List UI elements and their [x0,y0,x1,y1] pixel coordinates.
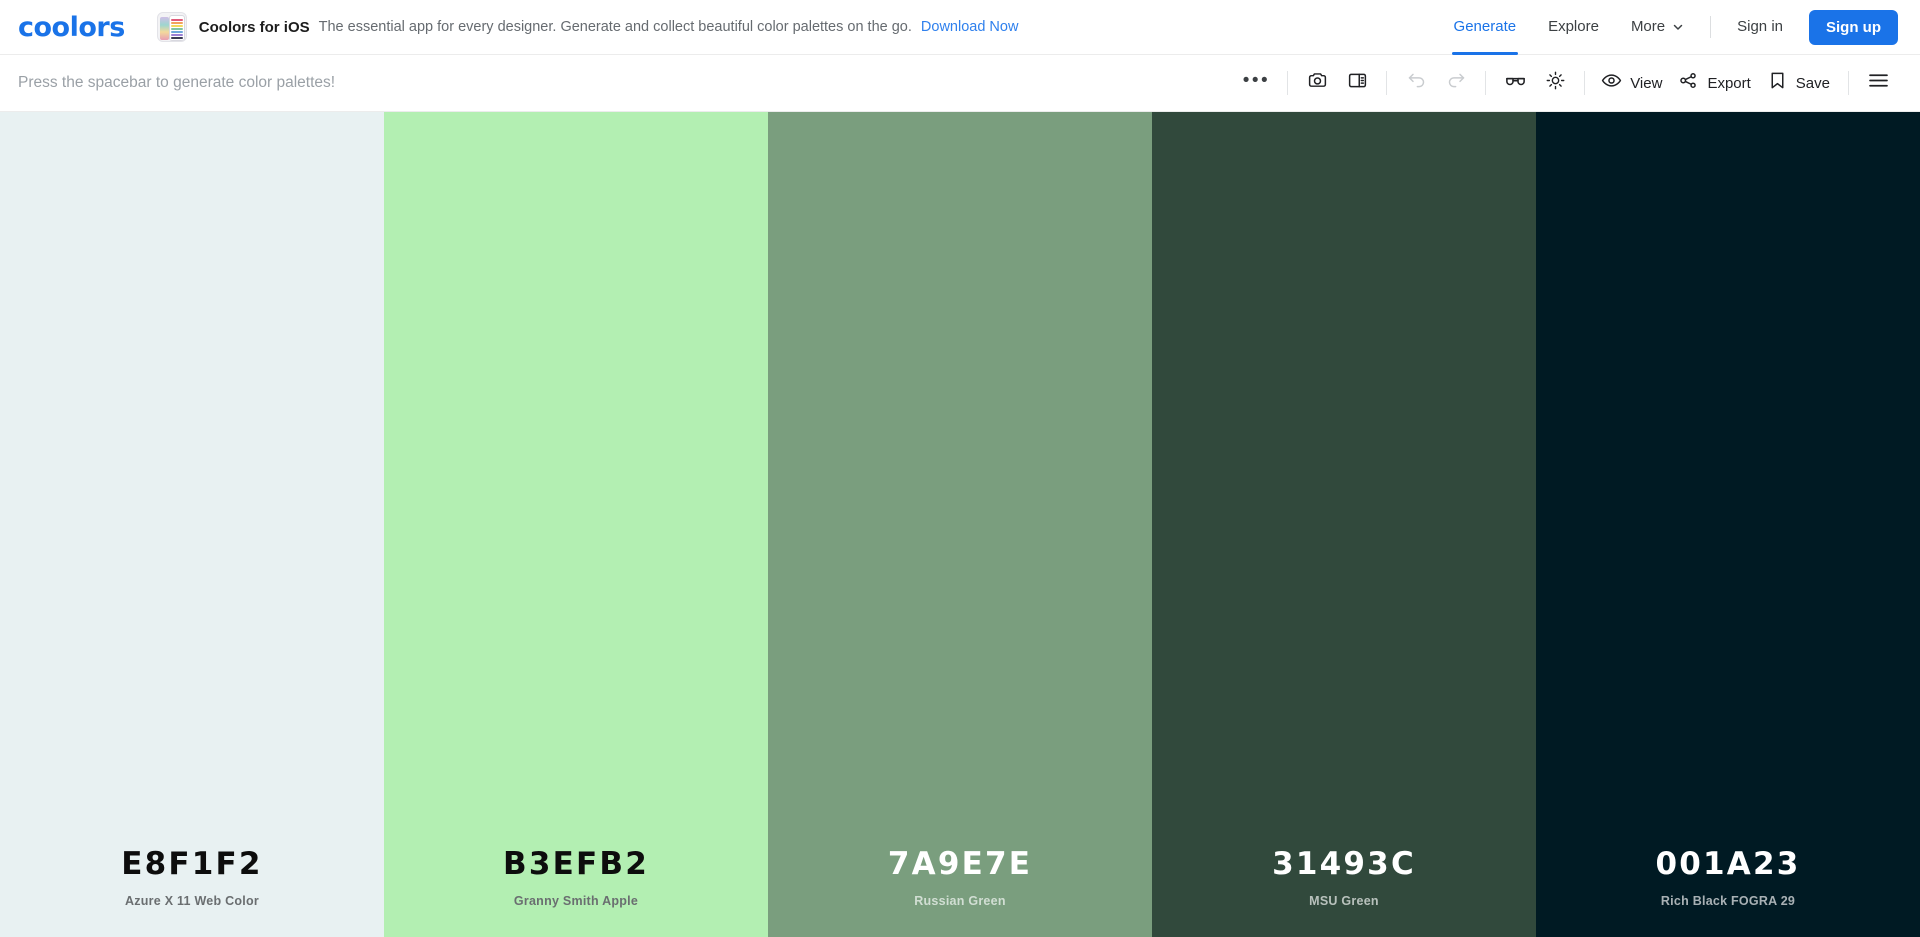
ios-app-icon [156,12,187,42]
toolbar-actions: ••• View Export Save [1235,63,1898,103]
banner-description: The essential app for every designer. Ge… [318,19,912,35]
export-label: Export [1707,74,1751,92]
nav-label-explore: Explore [1548,18,1599,35]
swatch-name: Granny Smith Apple [513,893,639,908]
color-swatch[interactable]: 001A23 Rich Black FOGRA 29 [1536,112,1920,937]
swatch-hex[interactable]: 7A9E7E [888,848,1032,880]
undo-icon [1406,70,1427,96]
chevron-down-icon [1672,21,1684,33]
color-swatch[interactable]: E8F1F2 Azure X 11 Web Color [0,112,384,937]
nav-item-explore[interactable]: Explore [1532,0,1615,55]
swatch-name: MSU Green [1309,893,1379,908]
palette-toolbar: Press the spacebar to generate color pal… [0,55,1920,112]
glasses-icon [1504,69,1527,97]
camera-icon [1307,70,1328,96]
redo-button[interactable] [1436,63,1476,103]
nav-divider [1710,16,1712,38]
swatch-hex[interactable]: 001A23 [1655,848,1800,880]
color-swatch[interactable]: B3EFB2 Granny Smith Apple [384,112,768,937]
color-palette: E8F1F2 Azure X 11 Web Color B3EFB2 Grann… [0,112,1920,937]
brightness-button[interactable] [1535,63,1575,103]
sign-in-link[interactable]: Sign in [1721,0,1799,55]
camera-button[interactable] [1297,63,1337,103]
spacebar-hint: Press the spacebar to generate color pal… [18,74,336,91]
panel-layout-icon [1347,70,1368,96]
toolbar-divider [1848,71,1849,95]
toolbar-divider [1485,71,1487,95]
eye-icon [1601,70,1622,96]
sign-in-label: Sign in [1737,18,1783,35]
color-blindness-button[interactable] [1495,63,1535,103]
swatch-hex[interactable]: E8F1F2 [121,848,262,880]
coolors-logo[interactable]: coolors [18,14,135,41]
sign-up-button[interactable]: Sign up [1809,9,1898,45]
redo-icon [1446,70,1467,96]
save-button[interactable]: Save [1760,63,1839,103]
menu-button[interactable] [1858,63,1898,103]
toolbar-divider [1386,71,1388,95]
more-options-button[interactable]: ••• [1235,63,1278,103]
color-swatch[interactable]: 7A9E7E Russian Green [768,112,1152,937]
ellipsis-icon: ••• [1242,69,1271,91]
view-label: View [1630,74,1663,92]
swatch-name: Rich Black FOGRA 29 [1660,893,1796,908]
swatch-hex[interactable]: B3EFB2 [503,848,649,880]
swatch-name: Azure X 11 Web Color [125,893,259,908]
nav-label-more: More [1630,18,1666,35]
brightness-icon [1545,70,1566,96]
toolbar-divider [1584,71,1586,95]
toolbar-divider [1287,71,1289,95]
top-header: coolors Coolors for iOS The essential ap… [0,0,1920,55]
view-button[interactable]: View [1594,63,1671,103]
banner-title: Coolors for iOS [198,18,310,36]
undo-button[interactable] [1396,63,1436,103]
ios-app-banner[interactable]: Coolors for iOS The essential app for ev… [156,12,1438,42]
swatch-name: Russian Green [914,893,1006,908]
layout-panel-button[interactable] [1337,63,1377,103]
nav-item-more[interactable]: More [1615,0,1700,55]
download-now-link[interactable]: Download Now [921,19,1019,35]
nav-label-generate: Generate [1453,18,1517,35]
export-button[interactable]: Export [1671,63,1759,103]
bookmark-icon [1767,70,1788,96]
save-label: Save [1795,74,1830,92]
swatch-hex[interactable]: 31493C [1272,848,1416,880]
color-swatch[interactable]: 31493C MSU Green [1152,112,1536,937]
nav-item-generate[interactable]: Generate [1438,0,1533,55]
header-nav: Generate Explore More Sign in Sign up [1438,0,1898,55]
share-icon [1678,70,1699,96]
hamburger-icon [1867,69,1890,97]
